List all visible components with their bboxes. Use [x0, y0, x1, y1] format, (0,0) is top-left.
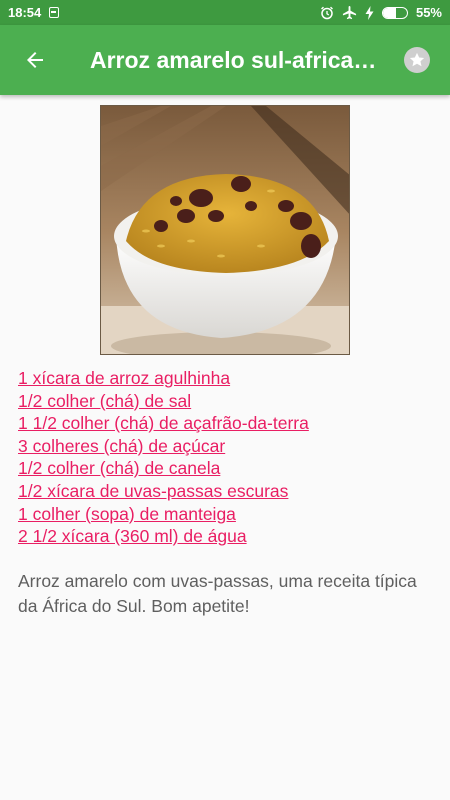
ingredient-link[interactable]: 1/2 colher (chá) de sal [18, 390, 309, 413]
battery-icon [381, 6, 408, 19]
ingredient-link[interactable]: 1/2 colher (chá) de canela [18, 457, 309, 480]
app-bar: Arroz amarelo sul-africano [0, 25, 450, 95]
ingredient-link[interactable]: 1 xícara de arroz agulhinha [18, 367, 309, 390]
ingredient-link[interactable]: 1/2 xícara de uvas-passas escuras [18, 480, 309, 503]
alarm-icon [320, 6, 334, 20]
airplane-icon [342, 5, 357, 20]
ingredient-link[interactable]: 1 colher (sopa) de manteiga [18, 503, 309, 526]
page-title: Arroz amarelo sul-africano [90, 46, 380, 73]
recipe-photo [100, 105, 350, 355]
arrow-left-icon [27, 52, 43, 68]
ingredient-link[interactable]: 1 1/2 colher (chá) de açafrão-da-terra [18, 412, 309, 435]
star-icon [409, 52, 425, 67]
battery-fill [382, 7, 397, 18]
battery-percent: 55% [415, 5, 442, 20]
favorite-button[interactable] [404, 47, 430, 73]
status-time: 18:54 [8, 5, 42, 20]
status-icons: 55% [320, 5, 442, 20]
ingredient-list: 1 xícara de arroz agulhinha 1/2 colher (c… [18, 367, 309, 548]
recipe-description: Arroz amarelo com uvas-passas, uma recei… [18, 571, 417, 616]
status-bar: 18:54 55% [0, 0, 450, 25]
back-button[interactable] [0, 25, 70, 95]
ingredient-link[interactable]: 2 1/2 xícara (360 ml) de água [18, 525, 309, 548]
ingredient-link[interactable]: 3 colheres (chá) de açúcar [18, 435, 309, 458]
charging-icon [365, 5, 374, 20]
notification-icon [49, 7, 60, 18]
